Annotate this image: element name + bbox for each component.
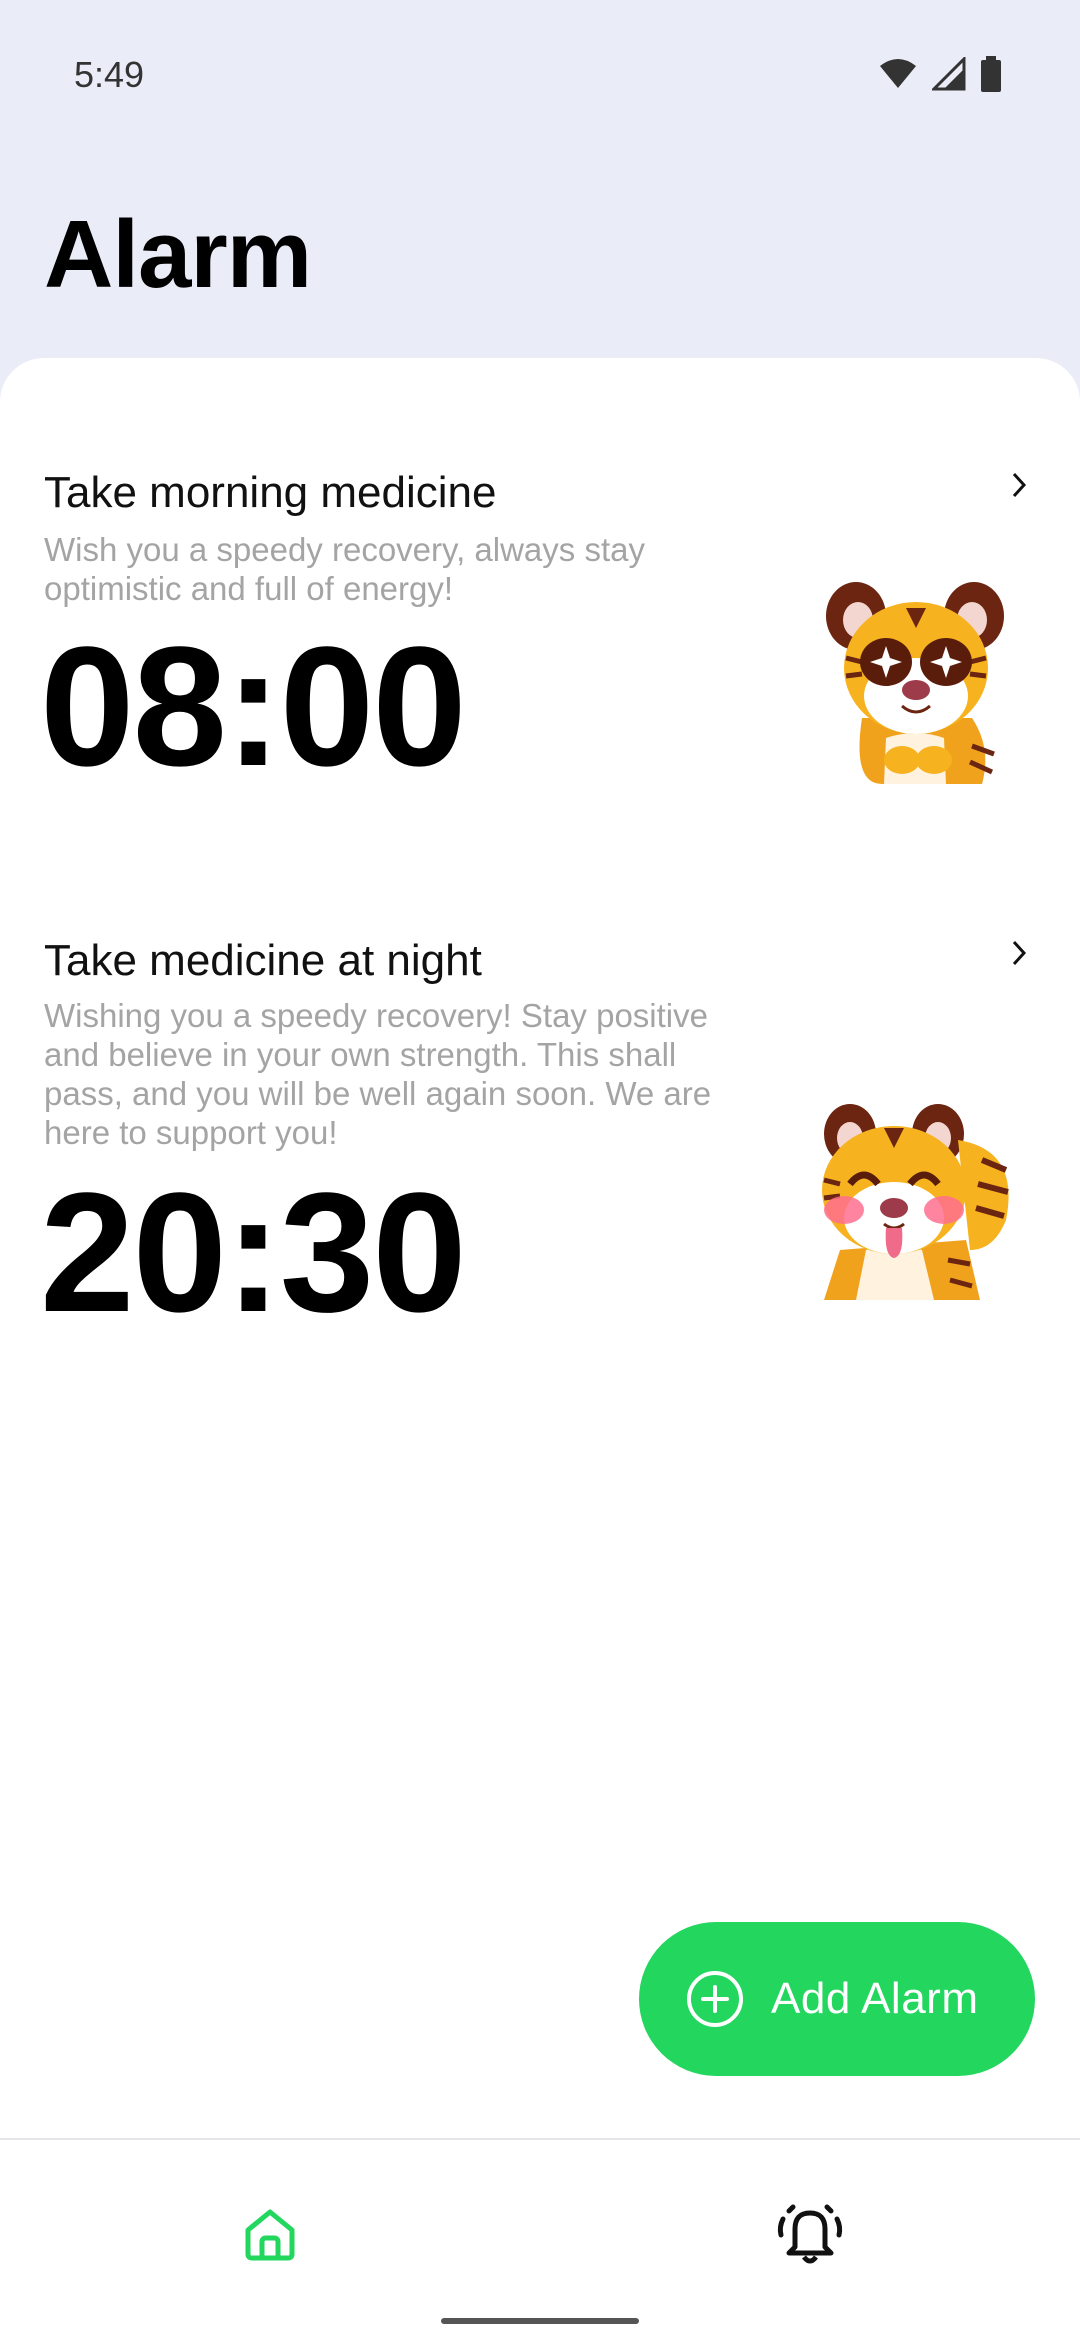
tiger-tongue-out-sticker xyxy=(822,1104,1009,1300)
alarm-list-panel: Take morning medicine Wish you a speedy … xyxy=(0,358,1080,2138)
alarm-time: 20:30 xyxy=(40,1158,467,1348)
home-indicator[interactable] xyxy=(441,2318,639,2324)
wifi-icon xyxy=(880,59,916,88)
bottom-navigation xyxy=(0,2138,1080,2342)
alarm-description: Wish you a speedy recovery, always stay … xyxy=(44,531,645,607)
page-title: Alarm xyxy=(44,201,312,308)
nav-home-tab[interactable] xyxy=(230,2194,310,2274)
alarm-title: Take medicine at night xyxy=(44,936,482,985)
alarm-description: Wishing you a speedy recovery! Stay posi… xyxy=(44,997,712,1151)
nav-alarm-tab[interactable] xyxy=(770,2194,850,2274)
status-icons xyxy=(878,56,1002,92)
status-bar: 5:49 xyxy=(0,0,1080,150)
alarm-card-morning[interactable]: Take morning medicine Wish you a speedy … xyxy=(0,468,1080,888)
alarm-time: 08:00 xyxy=(40,612,467,802)
tiger-starry-eyes-sticker xyxy=(826,582,1004,784)
add-alarm-label: Add Alarm xyxy=(771,1974,979,2023)
add-alarm-button[interactable]: Add Alarm xyxy=(639,1922,1035,2076)
alarm-title: Take morning medicine xyxy=(44,468,497,517)
chevron-right-icon[interactable] xyxy=(1002,468,1036,502)
home-icon xyxy=(245,2209,295,2261)
chevron-right-icon[interactable] xyxy=(1002,936,1036,970)
add-circle-icon xyxy=(687,1971,743,2027)
status-time: 5:49 xyxy=(74,54,145,95)
battery-icon xyxy=(981,56,1001,92)
alarm-card-night[interactable]: Take medicine at night Wishing you a spe… xyxy=(0,936,1080,1496)
cellular-signal-icon xyxy=(932,57,966,91)
bell-icon xyxy=(777,2204,843,2264)
